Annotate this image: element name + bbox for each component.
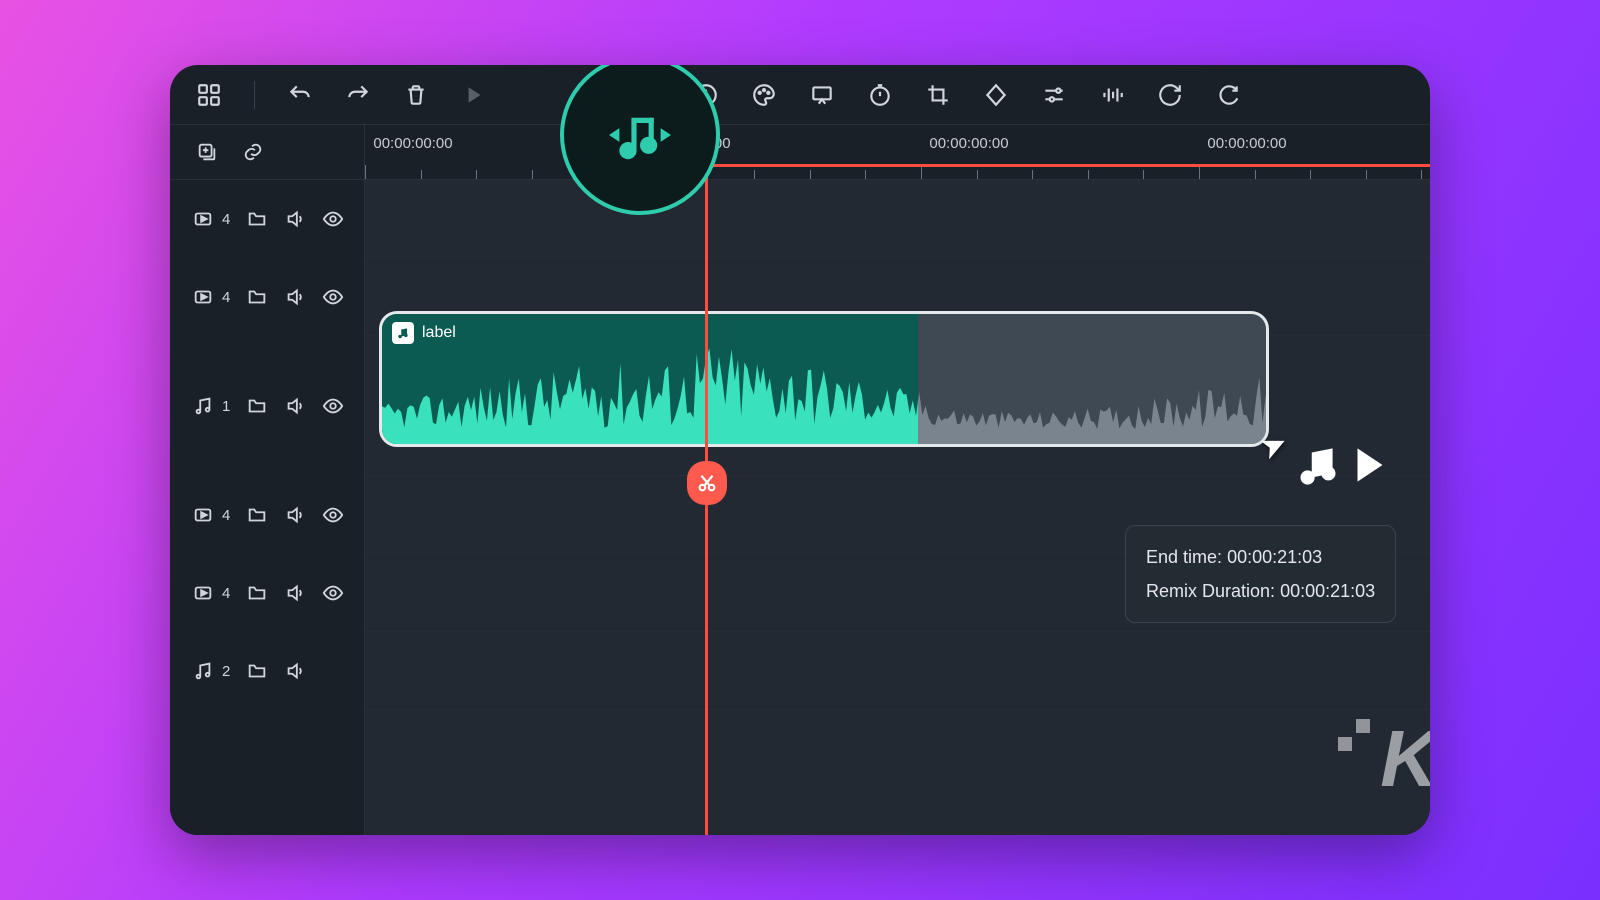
- redo-icon[interactable]: [345, 82, 371, 108]
- music-track-icon: [192, 660, 214, 682]
- music-note-icon: [392, 322, 414, 344]
- toolbar: [170, 65, 1430, 125]
- apps-icon[interactable]: [196, 82, 222, 108]
- video-track-icon: [192, 582, 214, 604]
- track-lane[interactable]: [365, 632, 1430, 710]
- ruler-timecode: 00:00:00:00: [373, 135, 452, 152]
- add-track-icon[interactable]: [196, 141, 218, 163]
- tooltip-remix-label: Remix Duration:: [1146, 581, 1275, 601]
- track-index: 2: [222, 663, 230, 680]
- tooltip-end-time-value: 00:00:21:03: [1227, 547, 1322, 567]
- speaker-icon[interactable]: [284, 395, 306, 417]
- speaker-icon[interactable]: [284, 504, 306, 526]
- tooltip-remix-value: 00:00:21:03: [1280, 581, 1375, 601]
- folder-icon[interactable]: [246, 395, 268, 417]
- folder-icon[interactable]: [246, 660, 268, 682]
- timeline-ruler[interactable]: 00:00:00:00 00:00:00:00 00:00:00:00 00:0…: [365, 125, 1430, 180]
- eye-icon[interactable]: [322, 504, 344, 526]
- track-index: 4: [222, 585, 230, 602]
- ruler-ticks: [365, 165, 1430, 179]
- ruler-timecode: 00:00:00:00: [929, 135, 1008, 152]
- sliders-icon[interactable]: [1041, 82, 1067, 108]
- refresh-icon[interactable]: [1157, 82, 1183, 108]
- track-index: 4: [222, 507, 230, 524]
- video-track-icon: [192, 208, 214, 230]
- track-header[interactable]: 2: [170, 632, 364, 710]
- cursor-arrow-icon: ➤: [1253, 422, 1293, 468]
- play-icon[interactable]: [461, 82, 487, 108]
- track-header-panel: 4 4 1 4: [170, 125, 365, 835]
- keyframe-icon[interactable]: [983, 82, 1009, 108]
- folder-icon[interactable]: [246, 582, 268, 604]
- speaker-icon[interactable]: [284, 660, 306, 682]
- audio-bars-icon[interactable]: [1099, 82, 1125, 108]
- track-header[interactable]: 1: [170, 336, 364, 476]
- folder-icon[interactable]: [246, 208, 268, 230]
- audio-clip[interactable]: label: [379, 311, 1269, 447]
- eye-icon[interactable]: [322, 208, 344, 230]
- eye-icon[interactable]: [322, 582, 344, 604]
- clip-label: label: [422, 324, 456, 342]
- eye-icon[interactable]: [322, 395, 344, 417]
- track-header[interactable]: 4: [170, 554, 364, 632]
- timer-icon[interactable]: [867, 82, 893, 108]
- crop-icon[interactable]: [925, 82, 951, 108]
- undo-icon[interactable]: [287, 82, 313, 108]
- video-track-icon: [192, 286, 214, 308]
- palette-icon[interactable]: [751, 82, 777, 108]
- video-track-icon: [192, 504, 214, 526]
- folder-icon[interactable]: [246, 286, 268, 308]
- drag-cursor-glyph: ➤: [1260, 400, 1395, 490]
- music-note-icon: [1293, 440, 1343, 490]
- cut-at-playhead-button[interactable]: [687, 461, 727, 505]
- track-index: 4: [222, 211, 230, 228]
- track-header[interactable]: 4: [170, 258, 364, 336]
- track-header[interactable]: 4: [170, 180, 364, 258]
- video-editor-window: 4 4 1 4: [170, 65, 1430, 835]
- track-index: 1: [222, 398, 230, 415]
- timeline-area[interactable]: 00:00:00:00 00:00:00:00 00:00:00:00 00:0…: [365, 125, 1430, 835]
- folder-icon[interactable]: [246, 504, 268, 526]
- play-triangle-icon: [1345, 440, 1395, 490]
- track-lane[interactable]: [365, 180, 1430, 258]
- sync-icon[interactable]: [1215, 82, 1241, 108]
- speaker-icon[interactable]: [284, 582, 306, 604]
- divider: [254, 81, 255, 109]
- tooltip-end-time-label: End time:: [1146, 547, 1222, 567]
- music-track-icon: [192, 395, 214, 417]
- eye-icon[interactable]: [322, 286, 344, 308]
- ruler-selection-bar: [705, 164, 1430, 167]
- presentation-icon[interactable]: [809, 82, 835, 108]
- speaker-icon[interactable]: [284, 208, 306, 230]
- track-header[interactable]: 4: [170, 476, 364, 554]
- track-index: 4: [222, 289, 230, 306]
- trash-icon[interactable]: [403, 82, 429, 108]
- ruler-timecode: 00:00:00:00: [1207, 135, 1286, 152]
- speaker-icon[interactable]: [284, 286, 306, 308]
- link-icon[interactable]: [242, 141, 264, 163]
- waveform-icon: [382, 344, 1269, 444]
- track-lanes: [365, 180, 1430, 835]
- clip-info-tooltip: End time: 00:00:21:03 Remix Duration: 00…: [1125, 525, 1396, 623]
